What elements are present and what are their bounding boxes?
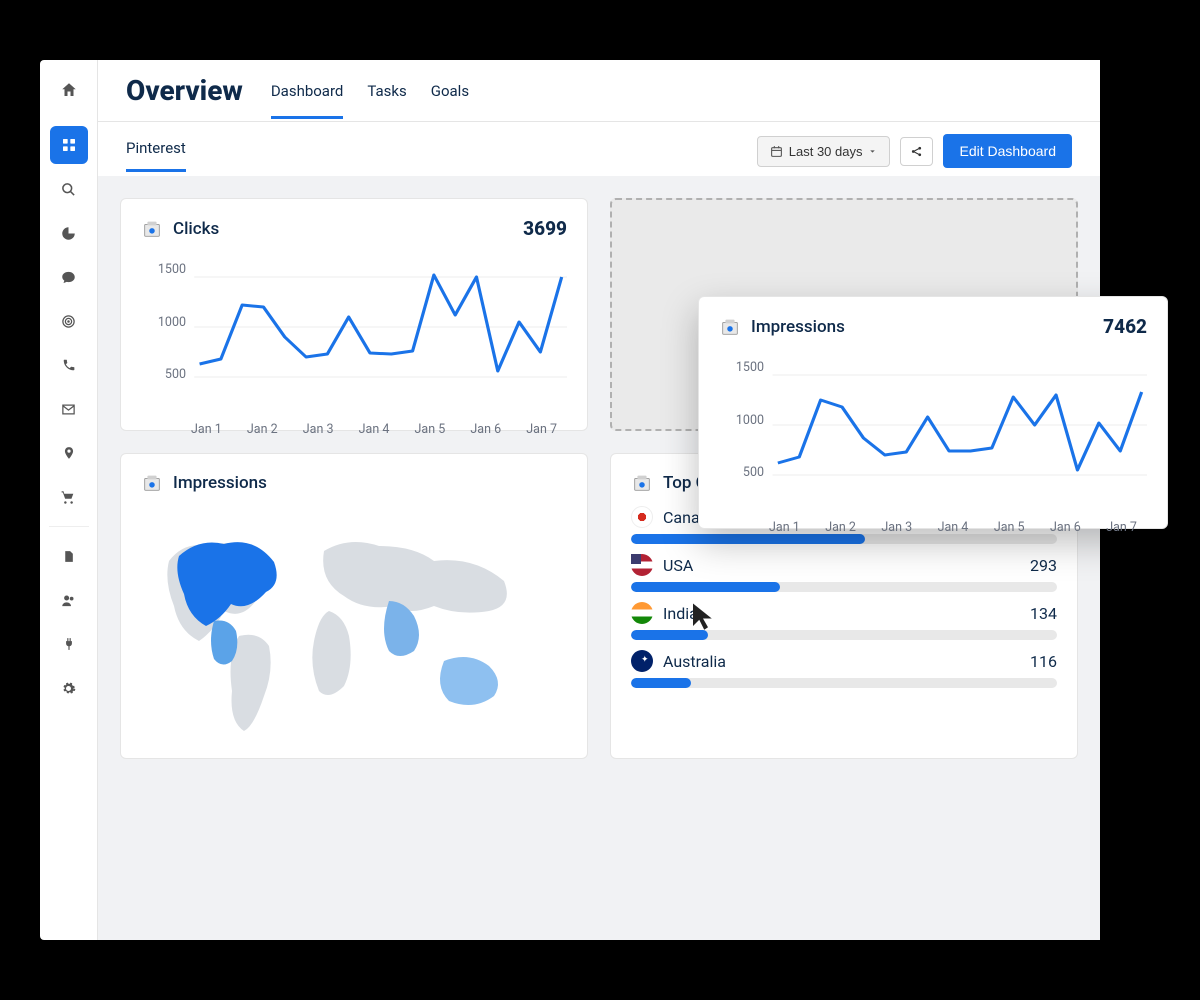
country-value: 293 — [1030, 556, 1057, 575]
card-clicks: Clicks 3699 15001000500 Jan 1Jan 2Jan 3J… — [120, 198, 588, 431]
flag-icon — [631, 554, 653, 576]
subtab-pinterest[interactable]: Pinterest — [126, 139, 186, 172]
main-tabs: Dashboard Tasks Goals — [271, 74, 469, 119]
flag-icon — [631, 506, 653, 528]
flag-icon — [631, 650, 653, 672]
x-axis-labels: Jan 1Jan 2Jan 3Jan 4Jan 5Jan 6Jan 7 — [141, 416, 567, 437]
flag-icon — [631, 602, 653, 624]
card-impressions-title: Impressions — [751, 317, 845, 337]
y-axis-labels: 15001000500 — [719, 360, 764, 480]
sidebar-divider — [49, 526, 89, 527]
topbar: Overview Dashboard Tasks Goals — [98, 60, 1100, 122]
date-filter-label: Last 30 days — [789, 144, 863, 159]
app-window: Overview Dashboard Tasks Goals Pinterest… — [40, 60, 1100, 940]
nav-gear-icon[interactable] — [50, 669, 88, 707]
share-button[interactable] — [900, 137, 933, 166]
world-map — [141, 506, 567, 736]
card-impressions-dragging[interactable]: Impressions 7462 15001000500 Jan 1Jan 2J… — [698, 296, 1168, 529]
share-icon — [910, 145, 923, 158]
subbar: Pinterest Last 30 days Edit Dashboard — [98, 122, 1100, 176]
nav-dashboard-icon[interactable] — [50, 126, 88, 164]
home-icon[interactable] — [57, 78, 81, 102]
content: Clicks 3699 15001000500 Jan 1Jan 2Jan 3J… — [98, 176, 1100, 940]
country-value: 116 — [1030, 652, 1057, 671]
chevron-down-icon — [868, 147, 877, 156]
nav-phone-icon[interactable] — [50, 346, 88, 384]
date-filter-button[interactable]: Last 30 days — [757, 136, 891, 167]
main-area: Overview Dashboard Tasks Goals Pinterest… — [98, 60, 1100, 940]
tab-dashboard[interactable]: Dashboard — [271, 82, 344, 119]
card-map-title: Impressions — [173, 473, 267, 493]
nav-users-icon[interactable] — [50, 581, 88, 619]
nav-file-icon[interactable] — [50, 537, 88, 575]
nav-plug-icon[interactable] — [50, 625, 88, 663]
widget-icon — [141, 218, 163, 240]
country-row: USA 293 — [631, 554, 1057, 592]
country-name: Australia — [663, 652, 726, 671]
country-bar — [631, 534, 1057, 544]
country-bar — [631, 678, 1057, 688]
widget-icon — [631, 472, 653, 494]
drag-cursor-icon — [688, 601, 718, 631]
edit-dashboard-button[interactable]: Edit Dashboard — [943, 134, 1072, 168]
x-axis-labels: Jan 1Jan 2Jan 3Jan 4Jan 5Jan 6Jan 7 — [719, 514, 1147, 535]
y-axis-labels: 15001000500 — [141, 262, 186, 382]
sidebar — [40, 60, 98, 940]
nav-mail-icon[interactable] — [50, 390, 88, 428]
country-bar — [631, 582, 1057, 592]
tab-tasks[interactable]: Tasks — [367, 82, 406, 119]
widget-icon — [141, 472, 163, 494]
impressions-chart: 15001000500 Jan 1Jan 2Jan 3Jan 4Jan 5Jan… — [719, 350, 1147, 510]
calendar-icon — [770, 145, 783, 158]
card-clicks-title: Clicks — [173, 219, 219, 239]
country-value: 134 — [1030, 604, 1057, 623]
nav-target-icon[interactable] — [50, 302, 88, 340]
country-name: USA — [663, 556, 693, 575]
tab-goals[interactable]: Goals — [431, 82, 469, 119]
country-row: Australia 116 — [631, 650, 1057, 688]
nav-pie-icon[interactable] — [50, 214, 88, 252]
nav-cart-icon[interactable] — [50, 478, 88, 516]
nav-location-icon[interactable] — [50, 434, 88, 472]
page-title: Overview — [126, 74, 243, 121]
card-clicks-value: 3699 — [523, 217, 567, 240]
country-bar — [631, 630, 1057, 640]
nav-search-icon[interactable] — [50, 170, 88, 208]
card-map: Impressions — [120, 453, 588, 759]
nav-chat-icon[interactable] — [50, 258, 88, 296]
clicks-chart: 15001000500 Jan 1Jan 2Jan 3Jan 4Jan 5Jan… — [141, 252, 567, 412]
widget-icon — [719, 316, 741, 338]
card-impressions-value: 7462 — [1103, 315, 1147, 338]
